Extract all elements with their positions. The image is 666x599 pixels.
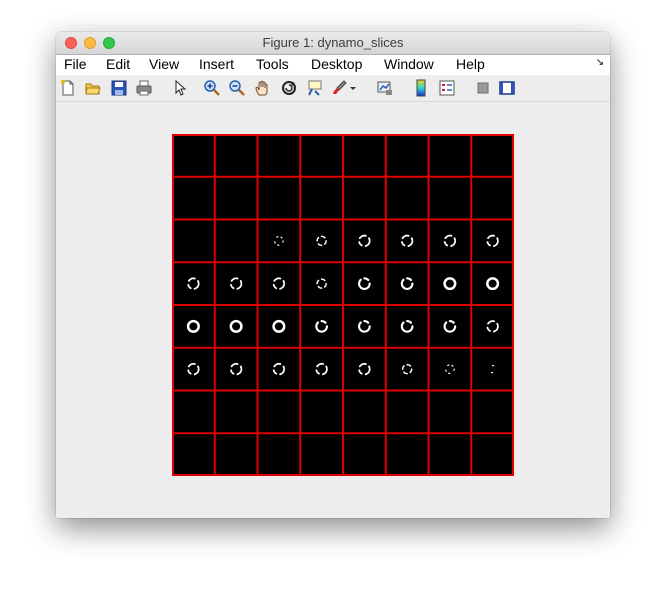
new-figure-icon[interactable] [59,79,77,97]
window-title: Figure 1: dynamo_slices [262,35,404,50]
pan-icon[interactable] [254,79,272,97]
menu-help[interactable]: Help [456,56,485,72]
zoom-out-icon[interactable] [228,79,246,97]
montage-image [172,134,514,476]
zoom-in-icon[interactable] [203,79,221,97]
link-plot-icon[interactable] [376,79,394,97]
open-file-icon[interactable] [84,79,102,97]
colorbar-icon[interactable] [412,79,430,97]
brush-dropdown-icon[interactable] [349,79,357,97]
menu-bar: File Edit View Insert Tools Desktop Wind… [56,55,610,75]
menu-insert[interactable]: Insert [199,56,234,72]
show-plot-tools-icon[interactable] [498,79,516,97]
rotate-3d-icon[interactable] [280,79,298,97]
figure-toolbar [56,75,610,102]
dock-arrow-icon[interactable]: ↘ [596,57,604,68]
data-cursor-icon[interactable] [306,79,324,97]
slice-montage [172,134,514,476]
brush-icon[interactable] [330,79,348,97]
save-icon[interactable] [110,79,128,97]
menu-view[interactable]: View [149,56,179,72]
menu-window[interactable]: Window [384,56,434,72]
menu-tools[interactable]: Tools [256,56,289,72]
legend-icon[interactable] [438,79,456,97]
pointer-icon[interactable] [171,79,189,97]
hide-plot-tools-icon[interactable] [474,79,492,97]
menu-desktop[interactable]: Desktop [311,56,362,72]
menu-file[interactable]: File [64,56,87,72]
menu-edit[interactable]: Edit [106,56,130,72]
title-bar[interactable]: Figure 1: dynamo_slices [56,32,610,55]
figure-canvas [56,102,610,518]
print-icon[interactable] [135,79,153,97]
figure-window: Figure 1: dynamo_slices File Edit View I… [56,32,610,518]
